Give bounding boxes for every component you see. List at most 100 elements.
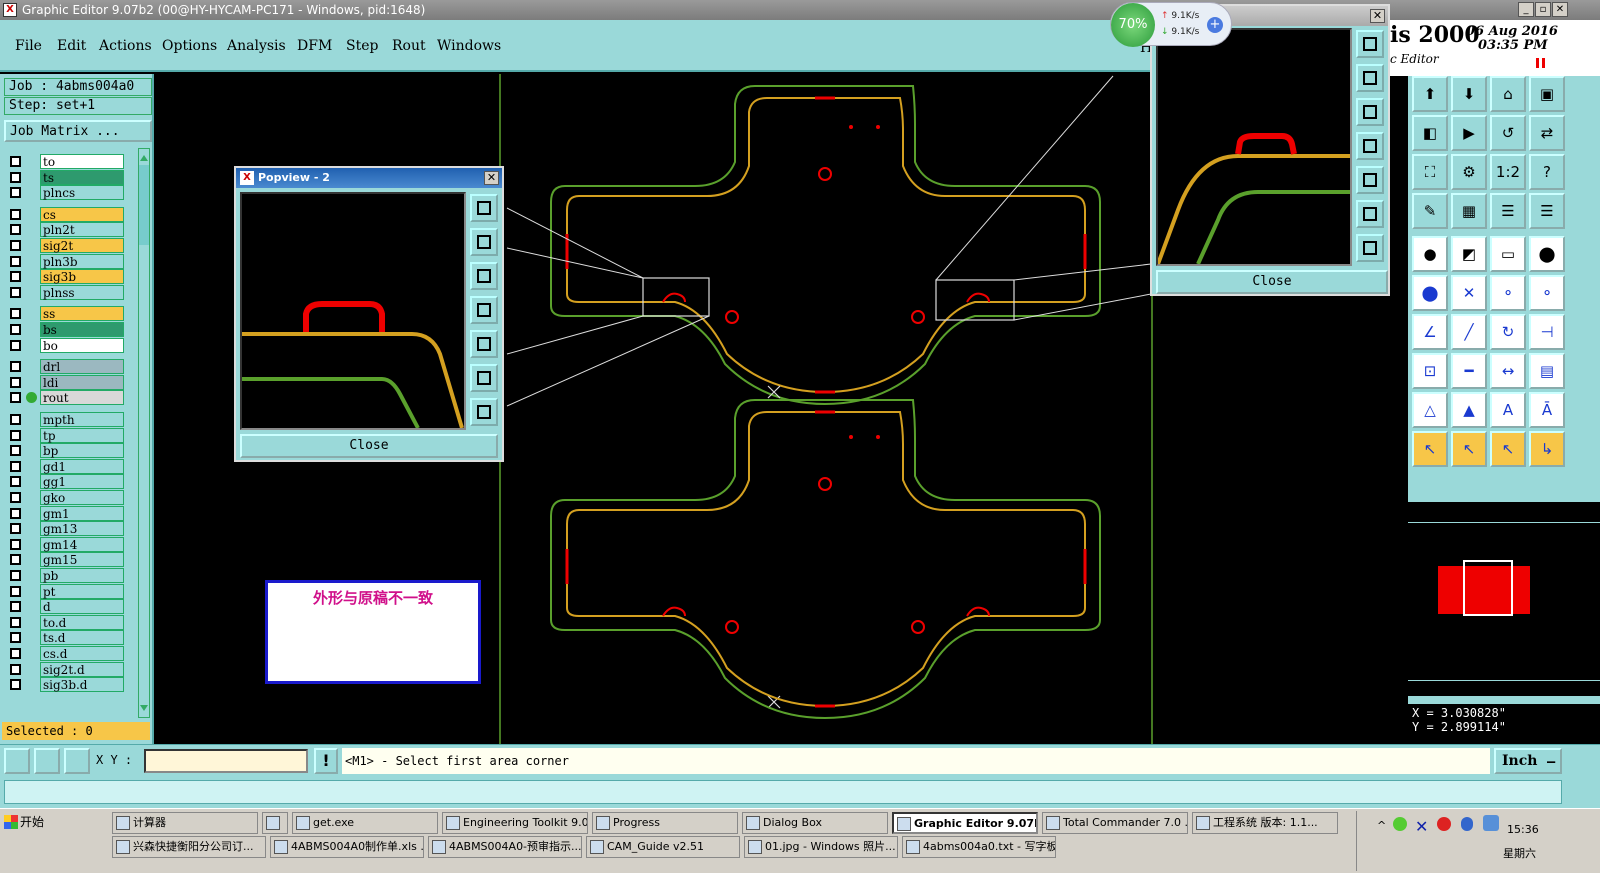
layer-name[interactable]: plnss (40, 284, 124, 300)
pointer-tool-button[interactable]: ↖ (1412, 431, 1448, 467)
layer-checkbox[interactable] (10, 156, 21, 167)
layer-name[interactable]: pln3b (40, 253, 124, 269)
popview-zoom-out-button[interactable] (470, 398, 498, 426)
width-tool-button[interactable]: ↔ (1490, 353, 1526, 389)
taskbar-item[interactable]: CAM_Guide v2.51 (586, 836, 740, 858)
layer-checkbox[interactable] (10, 632, 21, 644)
layer-row-to[interactable]: to (8, 154, 124, 169)
layer-row-drl[interactable]: drl (8, 359, 124, 375)
layer-checkbox[interactable] (10, 376, 21, 388)
menu-analysis[interactable]: Analysis (227, 38, 286, 54)
tray-x-icon[interactable]: ✕ (1415, 817, 1429, 836)
layer-name[interactable]: cs.d (40, 646, 124, 661)
layer-row-ts-d[interactable]: ts.d (8, 630, 124, 646)
ruler-tool-button[interactable]: ▭ (1490, 236, 1526, 272)
layer-row-gg1[interactable]: gg1 (8, 474, 124, 490)
restore-button[interactable]: ▫ (1535, 2, 1551, 17)
layer-checkbox[interactable] (10, 523, 21, 535)
popview-pan-right-button[interactable] (470, 330, 498, 358)
layer-name[interactable]: gm1 (40, 505, 124, 521)
start-button[interactable]: 开始 (2, 811, 52, 833)
taskbar-item[interactable]: Engineering Toolkit 9.0... (442, 812, 588, 834)
layer-name[interactable]: plncs (40, 185, 124, 201)
layer-checkbox[interactable] (10, 648, 21, 659)
grid-tool-button[interactable] (64, 748, 90, 774)
feature-tool-button[interactable]: ▤ (1529, 353, 1565, 389)
rotate-tool-button[interactable]: ↻ (1490, 314, 1526, 350)
layer-name[interactable]: bs (40, 322, 124, 337)
layer-checkbox[interactable] (10, 308, 21, 320)
unit-selector[interactable]: Inch ‒ (1494, 748, 1562, 774)
layer-name[interactable]: pt (40, 583, 124, 599)
layer-name[interactable]: sig3b.d (40, 677, 124, 693)
layer-row-cs-d[interactable]: cs.d (8, 646, 124, 661)
layer-checkbox[interactable] (10, 324, 21, 335)
layer-checkbox[interactable] (10, 601, 21, 613)
popview-zoom-in-button[interactable] (470, 364, 498, 392)
layer-checkbox[interactable] (10, 476, 21, 488)
layer-checkbox[interactable] (10, 208, 21, 220)
pointer-box-tool-button[interactable]: ↖ (1451, 431, 1487, 467)
layer-name[interactable]: to (40, 154, 124, 169)
layer-row-pt[interactable]: pt (8, 583, 124, 599)
layer-row-ldi[interactable]: ldi (8, 374, 124, 390)
taskbar-item[interactable]: 4abms004a0.txt - 写字板 (902, 836, 1056, 858)
layer-checkbox[interactable] (10, 255, 21, 267)
menu-step[interactable]: Step (346, 38, 378, 54)
popview-2-close-icon[interactable]: ✕ (1370, 9, 1385, 23)
layer-name[interactable]: gd1 (40, 458, 124, 474)
dash-tool-button[interactable]: ━ (1451, 353, 1487, 389)
menu-actions[interactable]: Actions (99, 38, 152, 54)
layer-name[interactable]: d (40, 599, 124, 615)
layer-row-rout[interactable]: rout (8, 390, 124, 406)
popview-pan-left-button[interactable] (470, 296, 498, 324)
layer-name[interactable]: sig3b (40, 269, 124, 285)
popview-2-pan-up-button[interactable] (1356, 64, 1384, 92)
layer-checkbox[interactable] (10, 339, 21, 351)
popview-pan-down-button[interactable] (470, 262, 498, 290)
layer-row-pln2t[interactable]: pln2t (8, 222, 124, 238)
pointer-circle-tool-button[interactable]: ↖ (1490, 431, 1526, 467)
layer-checkbox[interactable] (10, 460, 21, 472)
clock-time[interactable]: 15:36 (1507, 823, 1539, 836)
popview-pan-up-button[interactable] (470, 228, 498, 256)
tray-security-icon[interactable] (1437, 817, 1451, 831)
angle-tool-button[interactable]: ∠ (1412, 314, 1448, 350)
taskbar-item[interactable]: Dialog Box (742, 812, 888, 834)
layer-checkbox[interactable] (10, 224, 21, 236)
scroll-down-icon[interactable] (140, 705, 148, 715)
popview-2-pan-down-button[interactable] (1356, 98, 1384, 126)
layer-row-to-d[interactable]: to.d (8, 614, 124, 630)
zoom-fit-tool-button[interactable]: ⛶ (1412, 154, 1448, 190)
pad-snap-tool-button[interactable]: ⊡ (1412, 353, 1448, 389)
layer-row-gko[interactable]: gko (8, 490, 124, 505)
layer-name[interactable]: gm15 (40, 552, 124, 568)
layer-row-bo[interactable]: bo (8, 337, 124, 353)
layer-checkbox[interactable] (10, 187, 21, 199)
layer-row-tp[interactable]: tp (8, 427, 124, 443)
layer-name[interactable]: rout (40, 390, 124, 406)
layer-name[interactable]: mpth (40, 412, 124, 427)
zoom-center-tool-button[interactable]: ⚙ (1451, 154, 1487, 190)
layer-row-sig2t-d[interactable]: sig2t.d (8, 661, 124, 677)
layer-checkbox[interactable] (10, 554, 21, 566)
net-tool-button[interactable]: ☰ (1490, 193, 1526, 229)
popview-2-zoom-in-button[interactable] (1356, 200, 1384, 228)
pan-left-tool-button[interactable]: ◧ (1412, 115, 1448, 151)
taskbar-item[interactable]: 4ABMS004A0-预审指示... (428, 836, 582, 858)
redraw-tool-button[interactable]: ⇄ (1529, 115, 1565, 151)
popview-canvas[interactable] (240, 192, 466, 430)
menu-windows[interactable]: Windows (437, 38, 501, 54)
split-view-tool-button[interactable]: ▣ (1529, 76, 1565, 112)
layer-checkbox[interactable] (10, 538, 21, 550)
layer-row-gm13[interactable]: gm13 (8, 521, 124, 537)
taskbar-item[interactable]: Total Commander 7.0 ... (1042, 812, 1188, 834)
taskbar-item[interactable]: Graphic Editor 9.07b... (892, 812, 1038, 834)
layer-row-pln3b[interactable]: pln3b (8, 253, 124, 269)
layer-row-ss[interactable]: ss (8, 306, 124, 322)
popview-2-canvas[interactable] (1156, 28, 1352, 266)
layer-name[interactable]: bo (40, 337, 124, 353)
layer-checkbox[interactable] (10, 414, 21, 425)
layer-row-cs[interactable]: cs (8, 206, 124, 222)
layer-row-plnss[interactable]: plnss (8, 284, 124, 300)
